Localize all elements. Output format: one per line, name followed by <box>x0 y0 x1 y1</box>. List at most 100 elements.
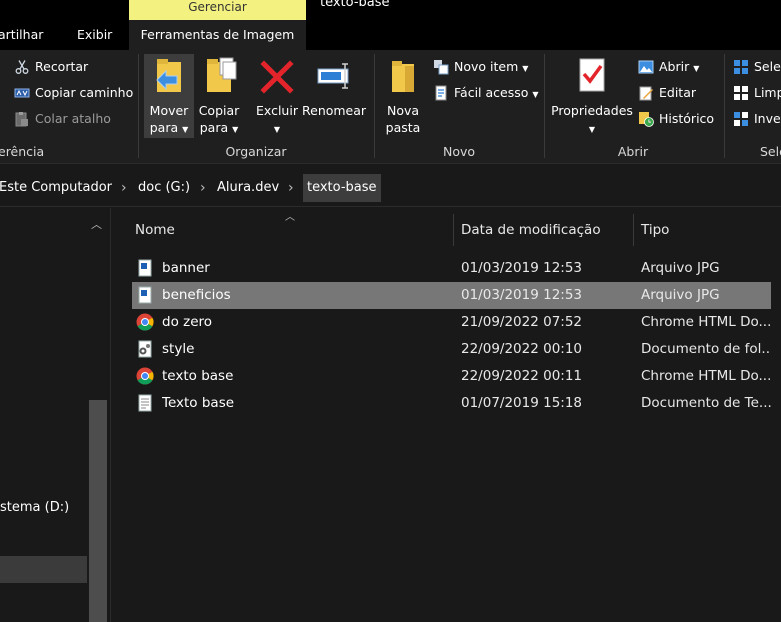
chrome-html-icon <box>136 367 154 385</box>
breadcrumb-doc-g[interactable]: doc (G:) <box>138 174 190 202</box>
nav-item-sistema-d[interactable]: stema (D:) <box>0 500 69 515</box>
properties-checkmark-icon <box>572 54 612 98</box>
address-bar[interactable]: Este Computador › doc (G:) › Alura.dev ›… <box>0 165 781 207</box>
new-folder-icon <box>383 54 423 98</box>
group-separator <box>724 54 725 158</box>
select-none-icon <box>733 85 749 101</box>
nova-pasta-button[interactable]: Nova pasta <box>380 54 426 138</box>
file-date: 21/09/2022 07:52 <box>461 314 583 330</box>
selecionar-tudo-button[interactable]: Selec <box>733 56 781 78</box>
file-name: Texto base <box>162 395 235 411</box>
copiar-caminho-button[interactable]: Copiar caminho <box>14 82 133 104</box>
column-separator[interactable] <box>453 214 454 246</box>
chevron-down-icon: ▼ <box>522 64 529 73</box>
colar-atalho-label: Colar atalho <box>35 111 111 126</box>
file-date: 01/03/2019 12:53 <box>461 287 583 303</box>
renomear-label: Renomear <box>302 103 367 118</box>
excluir-button[interactable]: Excluir ▼ <box>254 54 300 138</box>
file-name: texto base <box>162 368 234 384</box>
chevron-down-icon: ▼ <box>273 125 281 134</box>
nova-pasta-label-2: pasta <box>385 120 421 135</box>
jpg-file-icon <box>136 286 154 304</box>
novo-item-button[interactable]: Novo item ▼ <box>433 56 528 78</box>
file-type: Arquivo JPG <box>641 260 720 276</box>
chevron-down-icon: ▼ <box>532 90 539 99</box>
limpar-selecao-button[interactable]: Limp <box>733 82 781 104</box>
open-image-icon <box>638 59 654 75</box>
file-row-texto-base-txt[interactable]: Texto base 01/07/2019 15:18 Documento de… <box>132 390 771 417</box>
paste-shortcut-icon <box>14 111 30 127</box>
historico-button[interactable]: Histórico <box>638 108 714 130</box>
tab-gerenciar[interactable]: Gerenciar <box>129 0 306 20</box>
facil-acesso-button[interactable]: Fácil acesso ▼ <box>433 82 539 104</box>
column-header-nome[interactable]: Nome <box>135 214 453 246</box>
colar-atalho-button[interactable]: Colar atalho <box>14 108 111 130</box>
abrir-button[interactable]: Abrir ▼ <box>638 56 699 78</box>
file-row-banner[interactable]: banner 01/03/2019 12:53 Arquivo JPG <box>132 255 771 282</box>
historico-label: Histórico <box>659 111 715 126</box>
editar-button[interactable]: Editar <box>638 82 696 104</box>
group-label-organizar: Organizar <box>225 144 287 159</box>
abrir-label: Abrir <box>659 59 690 74</box>
nav-item-selected[interactable] <box>0 556 87 583</box>
delete-x-icon <box>257 54 297 98</box>
chevron-right-icon[interactable]: › <box>121 174 127 202</box>
file-name: beneficios <box>162 287 231 303</box>
breadcrumb-texto-base[interactable]: texto-base <box>303 174 381 202</box>
breadcrumb-este-computador[interactable]: Este Computador <box>0 174 112 202</box>
scissors-icon <box>14 59 30 75</box>
column-header-data[interactable]: Data de modificação <box>461 214 631 246</box>
group-separator <box>374 54 375 158</box>
propriedades-label: Propriedades <box>551 103 633 118</box>
move-to-folder-icon <box>149 54 189 98</box>
invert-selection-icon <box>733 111 749 127</box>
nav-scrollbar-thumb[interactable] <box>89 400 107 622</box>
easy-access-icon <box>433 85 449 101</box>
file-row-do-zero[interactable]: do zero 21/09/2022 07:52 Chrome HTML Do.… <box>132 309 771 336</box>
chevron-right-icon[interactable]: › <box>200 174 206 202</box>
facil-acesso-label: Fácil acesso <box>454 85 529 100</box>
select-all-icon <box>733 59 749 75</box>
chevron-right-icon[interactable]: › <box>288 174 294 202</box>
tab-compartilhar[interactable]: artilhar <box>0 20 43 50</box>
mover-label-1: Mover <box>149 103 189 118</box>
copiar-caminho-label: Copiar caminho <box>35 85 134 100</box>
css-file-icon <box>136 340 154 358</box>
copiar-para-button[interactable]: Copiar para ▼ <box>196 54 242 138</box>
file-date: 22/09/2022 00:11 <box>461 368 583 384</box>
recortar-label: Recortar <box>35 59 89 74</box>
scroll-up-arrow-icon[interactable]: ︿ <box>91 216 102 232</box>
file-row-texto-base-html[interactable]: texto base 22/09/2022 00:11 Chrome HTML … <box>132 363 771 390</box>
group-separator <box>138 54 139 158</box>
file-type: Chrome HTML Do... <box>641 368 771 384</box>
propriedades-button[interactable]: Propriedades ▼ <box>550 54 634 138</box>
file-type: Arquivo JPG <box>641 287 720 303</box>
chevron-down-icon: ▼ <box>182 125 189 134</box>
jpg-file-icon <box>136 259 154 277</box>
tab-ferramentas-de-imagem[interactable]: Ferramentas de Imagem <box>129 20 306 50</box>
inverter-selecao-button[interactable]: Inver <box>733 108 781 130</box>
mover-label-2: para <box>149 120 179 135</box>
breadcrumb-alura-dev[interactable]: Alura.dev <box>217 174 279 202</box>
group-separator <box>544 54 545 158</box>
navigation-pane: ︿ stema (D:) <box>0 208 110 622</box>
edit-pencil-icon <box>638 85 654 101</box>
rename-icon <box>314 54 354 98</box>
file-row-beneficios[interactable]: beneficios 01/03/2019 12:53 Arquivo JPG <box>132 282 771 309</box>
column-header-tipo[interactable]: Tipo <box>641 214 771 246</box>
nova-pasta-label-1: Nova <box>386 103 420 118</box>
file-date: 22/09/2022 00:10 <box>461 341 583 357</box>
editar-label: Editar <box>659 85 697 100</box>
mover-para-button[interactable]: Mover para ▼ <box>144 54 194 138</box>
file-name: style <box>162 341 195 357</box>
file-row-style[interactable]: style 22/09/2022 00:10 Documento de fol.… <box>132 336 771 363</box>
tab-exibir[interactable]: Exibir <box>77 20 112 50</box>
column-separator[interactable] <box>633 214 634 246</box>
file-list: ︿ Nome Data de modificação Tipo banner 0… <box>111 208 781 622</box>
group-label-area-de-transferencia: erência <box>0 144 45 159</box>
chrome-html-icon <box>136 313 154 331</box>
title-bar: Gerenciar texto-base <box>0 0 781 20</box>
renomear-button[interactable]: Renomear <box>302 54 366 138</box>
recortar-button[interactable]: Recortar <box>14 56 88 78</box>
limpar-selecao-label: Limp <box>754 85 781 100</box>
